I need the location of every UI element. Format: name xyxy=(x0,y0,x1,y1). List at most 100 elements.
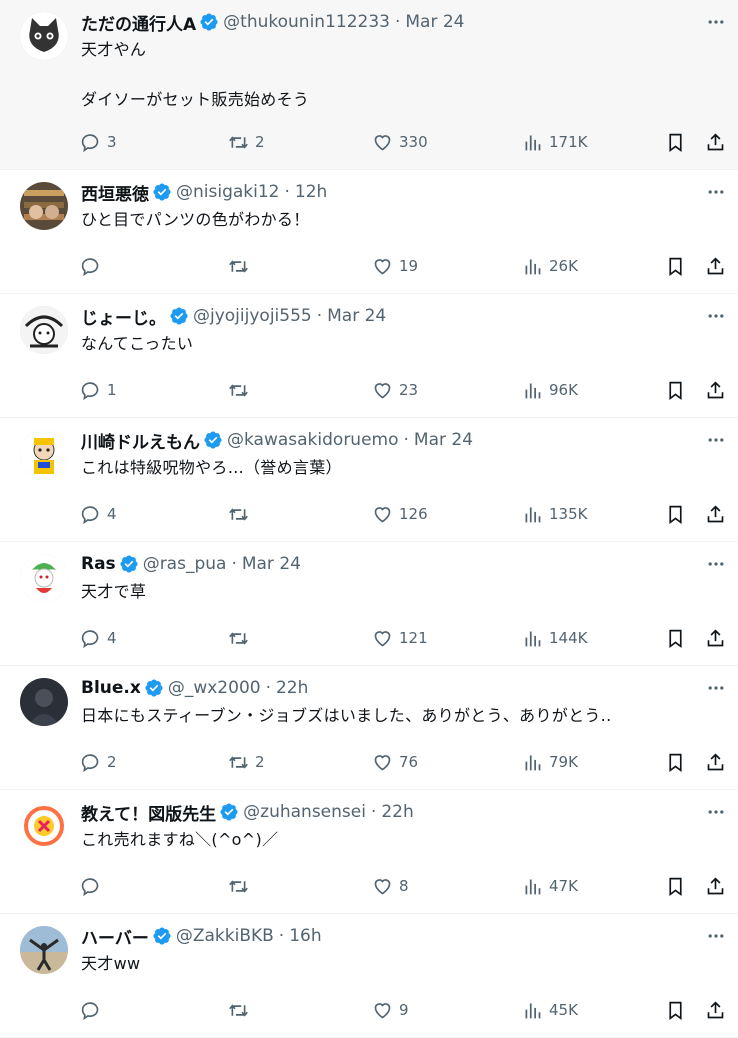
like-button[interactable]: 330 xyxy=(372,130,428,154)
share-button[interactable] xyxy=(705,378,726,402)
dark-photo-avatar[interactable] xyxy=(20,678,68,726)
more-options-icon[interactable] xyxy=(706,802,726,822)
bookmark-button[interactable] xyxy=(665,502,686,526)
reply-button[interactable] xyxy=(80,254,107,278)
timestamp[interactable]: 22h xyxy=(276,678,308,698)
display-name[interactable]: 教えて！図版先生 xyxy=(81,800,216,825)
bookmark-button[interactable] xyxy=(665,254,686,278)
reply-icon xyxy=(81,1001,99,1020)
shelf-avatar[interactable] xyxy=(20,182,68,230)
display-name[interactable]: Ras xyxy=(81,554,116,574)
like-button[interactable]: 126 xyxy=(372,502,428,526)
bookmark-button[interactable] xyxy=(665,378,686,402)
views-button[interactable]: 47K xyxy=(522,874,578,898)
more-options-icon[interactable] xyxy=(706,678,726,698)
timestamp[interactable]: Mar 24 xyxy=(405,12,464,32)
display-name[interactable]: 川崎ドルえもん xyxy=(81,428,200,453)
views-button[interactable]: 171K xyxy=(522,130,587,154)
tweet[interactable]: 川崎ドルえもん @kawasakidoruemo · Mar 24 これは特級呪… xyxy=(0,418,738,542)
views-button[interactable]: 96K xyxy=(522,378,578,402)
like-button[interactable]: 121 xyxy=(372,626,428,650)
retweet-button[interactable]: 2 xyxy=(228,130,265,154)
reply-button[interactable]: 4 xyxy=(80,626,117,650)
views-button[interactable]: 135K xyxy=(522,502,587,526)
manga-avatar[interactable] xyxy=(20,306,68,354)
display-name[interactable]: Blue.x xyxy=(81,678,141,698)
timestamp[interactable]: Mar 24 xyxy=(327,306,386,326)
user-handle[interactable]: @_wx2000 xyxy=(168,678,261,698)
reply-button[interactable]: 2 xyxy=(80,750,117,774)
bookmark-button[interactable] xyxy=(665,998,686,1022)
views-button[interactable]: 144K xyxy=(522,626,587,650)
share-button[interactable] xyxy=(705,130,726,154)
like-button[interactable]: 9 xyxy=(372,998,409,1022)
reply-button[interactable]: 3 xyxy=(80,130,117,154)
more-options-icon[interactable] xyxy=(706,430,726,450)
display-name[interactable]: じょーじ。 xyxy=(81,304,166,329)
reply-button[interactable] xyxy=(80,998,107,1022)
tweet[interactable]: Blue.x @_wx2000 · 22h 日本にもスティーブン・ジョブズはいま… xyxy=(0,666,738,790)
like-count: 126 xyxy=(399,505,428,523)
tweet[interactable]: ハーバー @ZakkiBKB · 16h 天才ww 9 45K xyxy=(0,914,738,1038)
like-button[interactable]: 19 xyxy=(372,254,418,278)
user-handle[interactable]: @zuhansensei xyxy=(243,802,366,822)
more-options-icon[interactable] xyxy=(706,306,726,326)
retweet-button[interactable] xyxy=(228,998,255,1022)
user-handle[interactable]: @nisigaki12 xyxy=(176,182,280,202)
display-name[interactable]: 西垣悪徳 xyxy=(81,180,149,205)
verified-badge-icon xyxy=(199,12,219,32)
views-button[interactable]: 45K xyxy=(522,998,578,1022)
display-name[interactable]: ハーバー xyxy=(81,924,149,949)
more-options-icon[interactable] xyxy=(706,12,726,32)
action-bar: 9 45K xyxy=(80,998,728,1022)
tweet[interactable]: ただの通行人A @thukounin112233 · Mar 24 天才やん ダ… xyxy=(0,0,738,170)
like-button[interactable]: 23 xyxy=(372,378,418,402)
more-options-icon[interactable] xyxy=(706,554,726,574)
share-button[interactable] xyxy=(705,502,726,526)
mascot-avatar[interactable] xyxy=(20,430,68,478)
character-avatar[interactable] xyxy=(20,554,68,602)
more-options-icon[interactable] xyxy=(706,182,726,202)
bookmark-button[interactable] xyxy=(665,750,686,774)
retweet-button[interactable]: 2 xyxy=(228,750,265,774)
share-button[interactable] xyxy=(705,874,726,898)
cat-avatar[interactable] xyxy=(20,12,68,60)
share-button[interactable] xyxy=(705,998,726,1022)
share-button[interactable] xyxy=(705,254,726,278)
reply-button[interactable]: 1 xyxy=(80,378,117,402)
bookmark-button[interactable] xyxy=(665,626,686,650)
user-handle[interactable]: @ras_pua xyxy=(143,554,227,574)
user-handle[interactable]: @ZakkiBKB xyxy=(176,926,274,946)
like-button[interactable]: 8 xyxy=(372,874,409,898)
logo-avatar[interactable] xyxy=(20,802,68,850)
user-handle[interactable]: @thukounin112233 xyxy=(223,12,390,32)
like-button[interactable]: 76 xyxy=(372,750,418,774)
tweet[interactable]: Ras @ras_pua · Mar 24 天才で草 4 121 144K xyxy=(0,542,738,666)
reply-button[interactable] xyxy=(80,874,107,898)
timestamp[interactable]: Mar 24 xyxy=(242,554,301,574)
timestamp[interactable]: 22h xyxy=(381,802,413,822)
retweet-button[interactable] xyxy=(228,502,255,526)
timestamp[interactable]: Mar 24 xyxy=(414,430,473,450)
retweet-button[interactable] xyxy=(228,378,255,402)
tweet[interactable]: じょーじ。 @jyojijyoji555 · Mar 24 なんてこったい 1 … xyxy=(0,294,738,418)
views-button[interactable]: 79K xyxy=(522,750,578,774)
bookmark-button[interactable] xyxy=(665,130,686,154)
views-button[interactable]: 26K xyxy=(522,254,578,278)
user-handle[interactable]: @jyojijyoji555 xyxy=(193,306,312,326)
tweet[interactable]: 教えて！図版先生 @zuhansensei · 22h これ売れますね＼(^o^… xyxy=(0,790,738,914)
retweet-button[interactable] xyxy=(228,626,255,650)
timestamp[interactable]: 12h xyxy=(295,182,327,202)
bookmark-button[interactable] xyxy=(665,874,686,898)
reply-button[interactable]: 4 xyxy=(80,502,117,526)
beach-photo-avatar[interactable] xyxy=(20,926,68,974)
more-options-icon[interactable] xyxy=(706,926,726,946)
share-button[interactable] xyxy=(705,750,726,774)
display-name[interactable]: ただの通行人A xyxy=(81,10,196,35)
share-button[interactable] xyxy=(705,626,726,650)
tweet[interactable]: 西垣悪徳 @nisigaki12 · 12h ひと目でパンツの色がわかる！ 19… xyxy=(0,170,738,294)
timestamp[interactable]: 16h xyxy=(289,926,321,946)
retweet-button[interactable] xyxy=(228,254,255,278)
user-handle[interactable]: @kawasakidoruemo xyxy=(227,430,399,450)
retweet-button[interactable] xyxy=(228,874,255,898)
